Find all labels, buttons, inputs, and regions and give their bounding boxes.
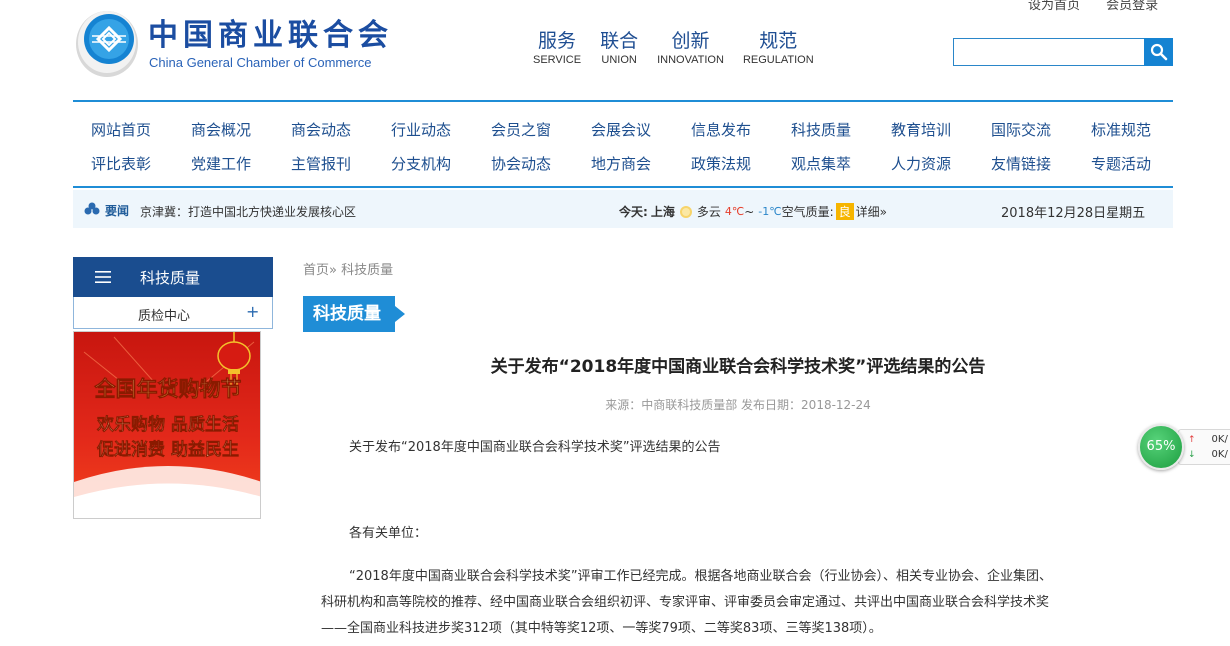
main-nav-label: 创新 [671,30,710,52]
category-link[interactable]: 商会动态 [291,119,351,140]
air-quality-label: 空气质量: [781,205,834,219]
shopping-festival-banner[interactable]: 全国年货购物节 欢乐购物 品质生活 促进消费 助益民生 [73,331,261,519]
sidebar-item-label: 质检中心 [138,309,191,324]
category-link[interactable]: 主管报刊 [291,153,351,174]
main-nav-union[interactable]: 联合 UNION [600,29,638,67]
sidebar-item-quality-center[interactable]: 质检中心 + [73,297,273,329]
main-nav-regulation[interactable]: 规范 REGULATION [743,29,814,67]
sidebar-title-label: 科技质量 [140,269,201,287]
member-login-link[interactable]: 会员登录 [1106,0,1158,13]
download-arrow-icon: ↓ [1188,450,1196,460]
category-link[interactable]: 教育培训 [891,119,951,140]
category-link[interactable]: 政策法规 [691,153,751,174]
sidebar-title: 科技质量 [73,257,273,297]
upload-speed-value: 0K/ [1211,434,1228,445]
category-link[interactable]: 网站首页 [91,119,151,140]
set-homepage-link[interactable]: 设为首页 [1028,0,1080,13]
category-link[interactable]: 科技质量 [791,119,851,140]
news-bar: 要闻 京津冀：打造中国北方快递业发展核心区 今天: 上海 多云 4℃ ~ -1℃… [73,190,1173,228]
category-link[interactable]: 人力资源 [891,153,951,174]
logo-english-name: China General Chamber of Commerce [149,55,372,70]
usage-percent-badge[interactable]: 65% [1138,424,1184,470]
article-title: 关于发布“2018年度中国商业联合会科学技术奖”评选结果的公告 [490,357,986,377]
banner-title: 全国年货购物节 [94,376,242,401]
air-quality-badge: 良 [835,203,854,220]
article-paragraph-line: ——全国商业科技进步奖312项（其中特等奖12项、一等奖79项、二等奖83项、三… [321,621,882,636]
weather-low-temp: -1℃ [758,205,782,218]
network-speed-widget[interactable]: 65% ↑ 0K/ ↓ 0K/ [1138,424,1230,470]
search-box [953,38,1173,66]
breadcrumb-separator: » [329,263,337,278]
category-link[interactable]: 评比表彰 [91,153,151,174]
news-icon [84,202,100,215]
category-link[interactable]: 会展会议 [591,119,651,140]
category-link[interactable]: 会员之窗 [491,119,551,140]
logo-chinese-name: 中国商业联合会 [148,18,393,53]
weather-high-temp: 4℃ [724,205,745,218]
category-link[interactable]: 行业动态 [391,119,451,140]
breadcrumb: 首页» 科技质量 [303,259,393,278]
news-tag: 要闻 [105,204,130,218]
menu-icon [95,271,111,283]
main-nav-label: 联合 [600,30,639,52]
category-link[interactable]: 商会概况 [191,119,251,140]
logo-emblem[interactable] [74,6,140,78]
weather-city: 上海 [650,205,675,219]
download-speed-value: 0K/ [1211,449,1228,460]
weather-detail-link[interactable]: 详细» [856,203,887,220]
search-input[interactable] [953,38,1145,66]
main-nav: 服务 SERVICE 联合 UNION 创新 INNOVATION 规范 REG… [533,29,833,67]
section-label-text: 科技质量 [303,296,395,332]
category-link[interactable]: 观点集萃 [791,153,851,174]
main-nav-innovation[interactable]: 创新 INNOVATION [657,29,724,67]
category-link[interactable]: 信息发布 [691,119,751,140]
section-label-arrow [395,306,405,322]
upload-speed: ↑ 0K/ [1188,434,1228,445]
article-paragraph-line: “2018年度中国商业联合会科学技术奖”评审工作已经完成。根据各地商业联合会（行… [349,569,1053,584]
category-link[interactable]: 分支机构 [391,153,451,174]
article-paragraph-line: 科研机构和高等院校的推荐、经中国商业联合会组织初评、专家评审、评审委员会审定通过… [321,595,1050,610]
top-links: 设为首页 会员登录 [1028,0,1180,13]
banner-line-2: 促进消费 助益民生 [96,439,239,460]
article-date: 发布日期：2018-12-24 [741,398,871,412]
main-nav-sublabel: UNION [601,54,637,66]
category-link[interactable]: 协会动态 [491,153,551,174]
breadcrumb-current[interactable]: 科技质量 [341,263,393,278]
category-nav-row-2: 评比表彰 党建工作 主管报刊 分支机构 协会动态 地方商会 政策法规 观点集萃 … [73,153,1173,177]
main-nav-sublabel: SERVICE [533,54,582,66]
category-link[interactable]: 国际交流 [991,119,1051,140]
news-headline-link[interactable]: 京津冀：打造中国北方快递业发展核心区 [140,203,356,220]
download-speed: ↓ 0K/ [1188,449,1228,460]
main-nav-sublabel: REGULATION [742,54,814,66]
upload-arrow-icon: ↑ [1188,435,1196,445]
article-meta: 来源：中商联科技质量部 发布日期：2018-12-24 [303,396,1173,413]
expand-icon[interactable]: + [246,302,259,321]
search-icon [1150,43,1167,61]
category-nav: 网站首页 商会概况 商会动态 行业动态 会员之窗 会展会议 信息发布 科技质量 … [73,100,1173,188]
category-link[interactable]: 友情链接 [991,153,1051,174]
main-nav-sublabel: INNOVATION [657,54,724,66]
category-link[interactable]: 地方商会 [591,153,651,174]
search-button[interactable] [1144,38,1173,66]
breadcrumb-home-link[interactable]: 首页 [303,263,329,278]
category-nav-row-1: 网站首页 商会概况 商会动态 行业动态 会员之窗 会展会议 信息发布 科技质量 … [73,119,1173,143]
weather-label: 今天: [619,205,648,219]
category-link[interactable]: 专题活动 [1091,153,1151,174]
main-nav-label: 规范 [759,30,798,52]
category-link[interactable]: 党建工作 [191,153,251,174]
article-source: 来源：中商联科技质量部 [605,398,738,412]
article-greeting: 各有关单位： [349,526,428,541]
weather-widget: 今天: 上海 多云 4℃ ~ -1℃ 空气质量: 良 详细» [619,203,887,220]
banner-line-1: 欢乐购物 品质生活 [96,414,239,435]
current-date: 2018年12月28日星期五 [1001,206,1146,221]
cloudy-weather-icon [679,205,692,218]
article-subtitle: 关于发布“2018年度中国商业联合会科学技术奖”评选结果的公告 [349,440,721,455]
main-nav-label: 服务 [538,30,577,52]
weather-condition: 多云 [696,205,721,219]
category-link[interactable]: 标准规范 [1091,119,1151,140]
weather-temp-separator: ~ [744,204,755,219]
main-nav-service[interactable]: 服务 SERVICE [533,29,581,67]
